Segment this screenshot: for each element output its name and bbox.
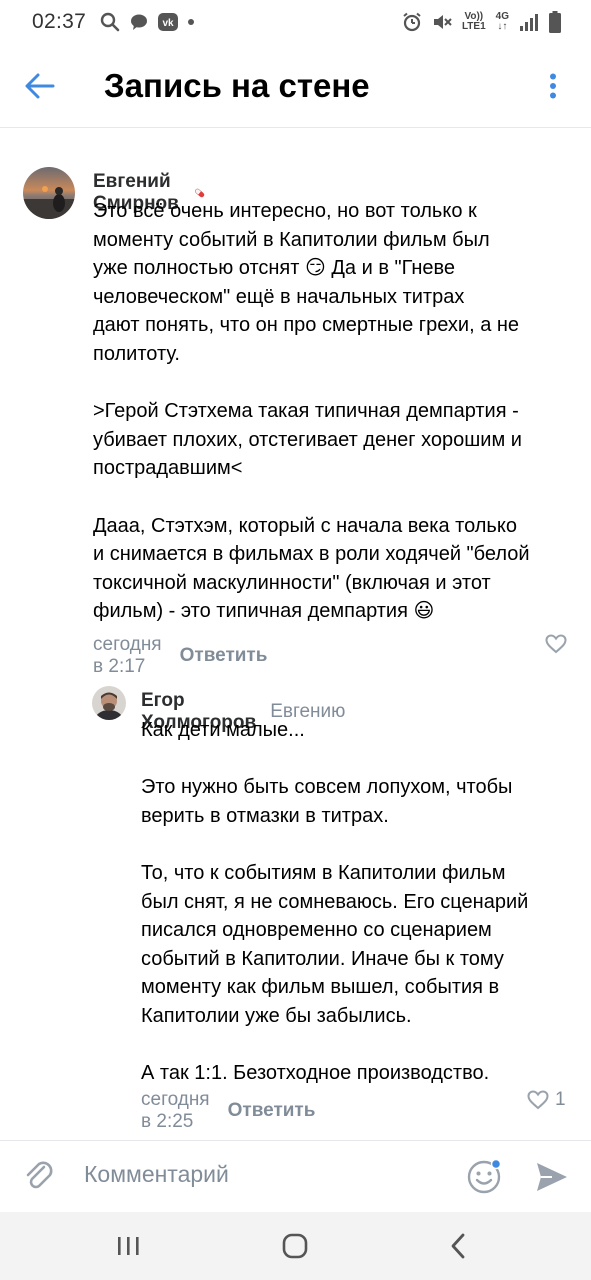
avatar-photo-icon xyxy=(92,686,126,720)
heart-icon xyxy=(545,634,567,654)
notification-dot-icon xyxy=(188,19,195,25)
reply-button[interactable]: Ответить xyxy=(228,1100,316,1122)
signal-icon xyxy=(520,14,538,31)
alarm-icon xyxy=(403,12,421,32)
like-button[interactable]: 1 xyxy=(527,1089,566,1111)
back-nav-button[interactable] xyxy=(444,1230,474,1262)
vk-icon: vk xyxy=(158,13,179,31)
network-indicator: 4G ↓↑ xyxy=(495,11,509,32)
back-button[interactable] xyxy=(0,44,80,128)
more-vertical-icon xyxy=(550,73,556,99)
status-time: 02:37 xyxy=(32,10,87,33)
home-button[interactable] xyxy=(278,1230,312,1262)
attach-button[interactable] xyxy=(22,1159,58,1195)
send-button[interactable] xyxy=(534,1159,570,1195)
comment-text: Это всё очень интересно, но вот только к… xyxy=(93,200,530,623)
like-count: 1 xyxy=(555,1089,566,1110)
send-icon xyxy=(537,1163,567,1191)
svg-text:vk: vk xyxy=(163,18,175,29)
chat-bubble-icon xyxy=(131,14,148,30)
avatar-photo-icon xyxy=(23,167,75,219)
comment-timestamp: сегодня в 2:25 xyxy=(141,1089,210,1132)
paperclip-icon xyxy=(26,1161,53,1189)
battery-icon xyxy=(549,11,561,33)
comment-input-bar: Комментарий xyxy=(0,1140,591,1212)
arrow-left-icon xyxy=(25,73,55,98)
smile-icon xyxy=(467,1158,502,1194)
volte-indicator: Vo)) LTE1 xyxy=(461,11,486,32)
heart-icon xyxy=(527,1090,549,1110)
status-bar: 02:37 vk Vo)) LTE1 4G ↓↑ xyxy=(0,0,591,44)
comment-timestamp: сегодня в 2:17 xyxy=(93,634,162,677)
system-nav-bar xyxy=(0,1212,591,1280)
chevron-left-icon xyxy=(451,1233,465,1259)
recent-apps-icon xyxy=(118,1237,139,1255)
like-button[interactable] xyxy=(545,634,573,654)
avatar[interactable] xyxy=(23,167,75,219)
comment-input[interactable]: Комментарий xyxy=(84,1161,229,1188)
reply-button[interactable]: Ответить xyxy=(180,645,268,667)
avatar[interactable] xyxy=(92,686,126,720)
more-menu-button[interactable] xyxy=(533,64,573,108)
app-header: Запись на стене xyxy=(0,44,591,128)
mute-icon xyxy=(433,15,452,29)
comment-text: Как дети малые... Это нужно быть совсем … xyxy=(141,719,529,1085)
recent-apps-button[interactable] xyxy=(110,1232,146,1260)
emoji-button[interactable] xyxy=(466,1158,502,1195)
home-icon xyxy=(282,1233,308,1259)
search-icon xyxy=(100,12,120,32)
page-title: Запись на стене xyxy=(104,66,370,104)
